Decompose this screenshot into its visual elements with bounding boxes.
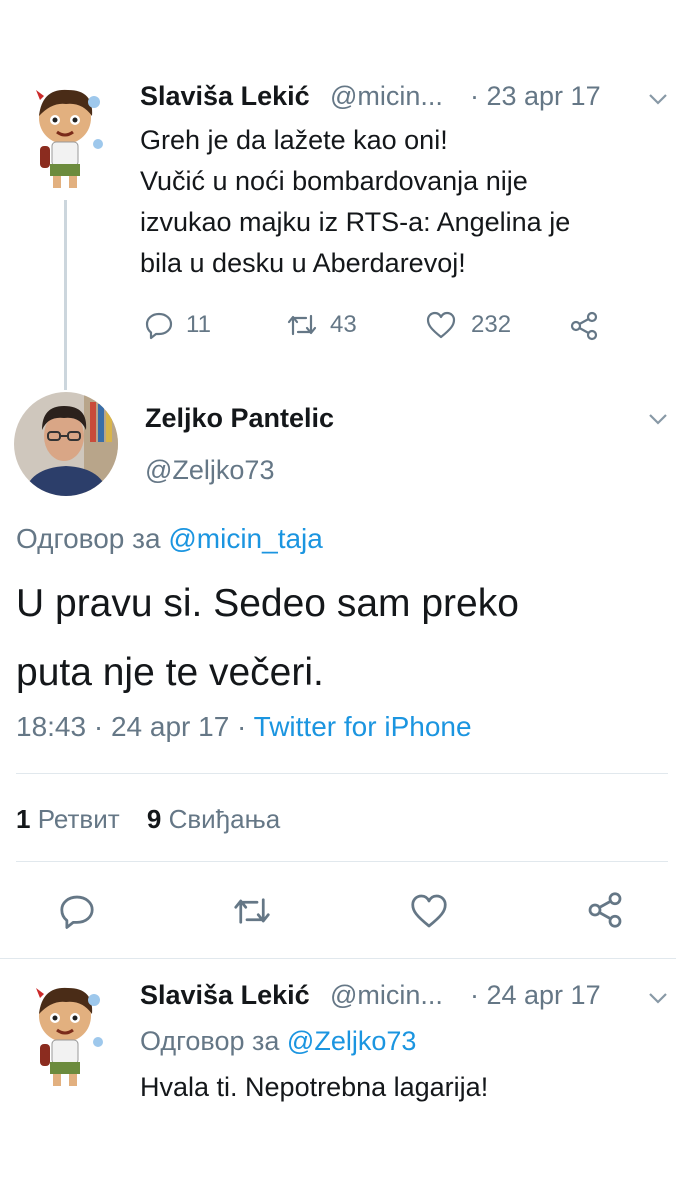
- tweet1-retweet-button[interactable]: 43: [286, 310, 357, 340]
- divider: [0, 958, 676, 959]
- like-stat[interactable]: 9 Свиђања: [147, 804, 280, 834]
- tweet1-text-line: Greh je da lažete kao oni!: [140, 125, 448, 155]
- chevron-down-icon[interactable]: [648, 991, 668, 1005]
- tweet1-text-line: izvukao majku iz RTS-a: Angelina je: [140, 207, 571, 237]
- reply-to-link[interactable]: @micin_taja: [168, 523, 322, 554]
- chevron-down-icon[interactable]: [648, 92, 668, 106]
- tweet1-like-button[interactable]: 232: [425, 310, 511, 340]
- like-count: 9: [146, 804, 162, 834]
- tweet1-retweet-count: 43: [330, 311, 357, 338]
- like-label: Свиђања: [168, 804, 281, 834]
- tweet3-date[interactable]: · 24 apr 17: [470, 980, 601, 1011]
- tweet1-author-name[interactable]: Slaviša Lekić: [140, 81, 310, 112]
- share-button[interactable]: [585, 890, 625, 930]
- chevron-down-icon[interactable]: [648, 412, 668, 426]
- share-icon: [588, 892, 622, 928]
- source-link[interactable]: Twitter for iPhone: [254, 711, 472, 742]
- tweet1-text-line: Vučić u noći bombardovanja nije: [140, 166, 528, 196]
- main-tweet-text-line: U pravu si. Sedeo sam preko: [16, 582, 519, 625]
- profile-photo-icon: [14, 392, 118, 496]
- main-tweet-text-line: puta nje te večeri.: [16, 651, 324, 694]
- divider: [16, 773, 668, 774]
- reply-to-link[interactable]: @Zeljko73: [287, 1026, 416, 1056]
- cartoon-avatar[interactable]: [22, 82, 108, 192]
- reply-prefix: Одговор за: [140, 1026, 280, 1056]
- retweet-icon: [287, 314, 317, 336]
- share-icon: [570, 311, 598, 341]
- tweet3-author-name[interactable]: Slaviša Lekić: [140, 980, 310, 1011]
- retweet-count: 1: [16, 804, 31, 834]
- reply-icon: [145, 312, 173, 340]
- cartoon-avatar-icon: [36, 987, 103, 1086]
- cartoon-avatar[interactable]: [22, 980, 108, 1090]
- tweet1-date[interactable]: · 23 apr 17: [470, 81, 601, 112]
- retweet-label: Ретвит: [37, 804, 120, 834]
- tweet1-share-button[interactable]: [568, 310, 600, 342]
- main-author-handle[interactable]: @Zeljko73: [145, 455, 274, 486]
- tweet1-like-count: 232: [471, 311, 512, 338]
- tweet3-reply-context: Одговор за @Zeljko73: [140, 1026, 416, 1057]
- reply-button[interactable]: [58, 892, 96, 930]
- tweet1-reply-count: 11: [186, 311, 211, 338]
- reply-icon: [60, 895, 94, 929]
- tweet-timestamp: 18:43 · 24 apr 17 · Twitter for iPhone: [16, 711, 472, 743]
- tweet1-author-handle[interactable]: @micin...: [330, 81, 443, 112]
- thread-line: [64, 200, 67, 390]
- retweet-stat[interactable]: 1 Ретвит: [16, 804, 127, 834]
- profile-photo-avatar[interactable]: [14, 392, 118, 496]
- main-author-name[interactable]: Zeljko Pantelic: [145, 403, 334, 434]
- divider: [16, 861, 668, 862]
- reply-context: Одговор за @micin_taja: [16, 523, 323, 555]
- like-icon: [426, 311, 456, 339]
- retweet-button[interactable]: [232, 892, 272, 930]
- tweet1-reply-button[interactable]: 11: [144, 310, 211, 340]
- tweet3-text: Hvala ti. Nepotrebna lagarija!: [140, 1072, 489, 1102]
- reply-prefix: Одговор за: [16, 523, 161, 554]
- time-date[interactable]: 18:43 · 24 apr 17 ·: [16, 711, 246, 742]
- like-icon: [411, 894, 447, 928]
- engagement-stats: 1 Ретвит 9 Свиђања: [16, 804, 280, 835]
- like-button[interactable]: [409, 892, 449, 930]
- tweet1-text-line: bila u desku u Aberdarevoj!: [140, 248, 466, 278]
- retweet-icon: [234, 898, 270, 924]
- cartoon-avatar-icon: [36, 89, 103, 188]
- tweet3-author-handle[interactable]: @micin...: [330, 980, 443, 1011]
